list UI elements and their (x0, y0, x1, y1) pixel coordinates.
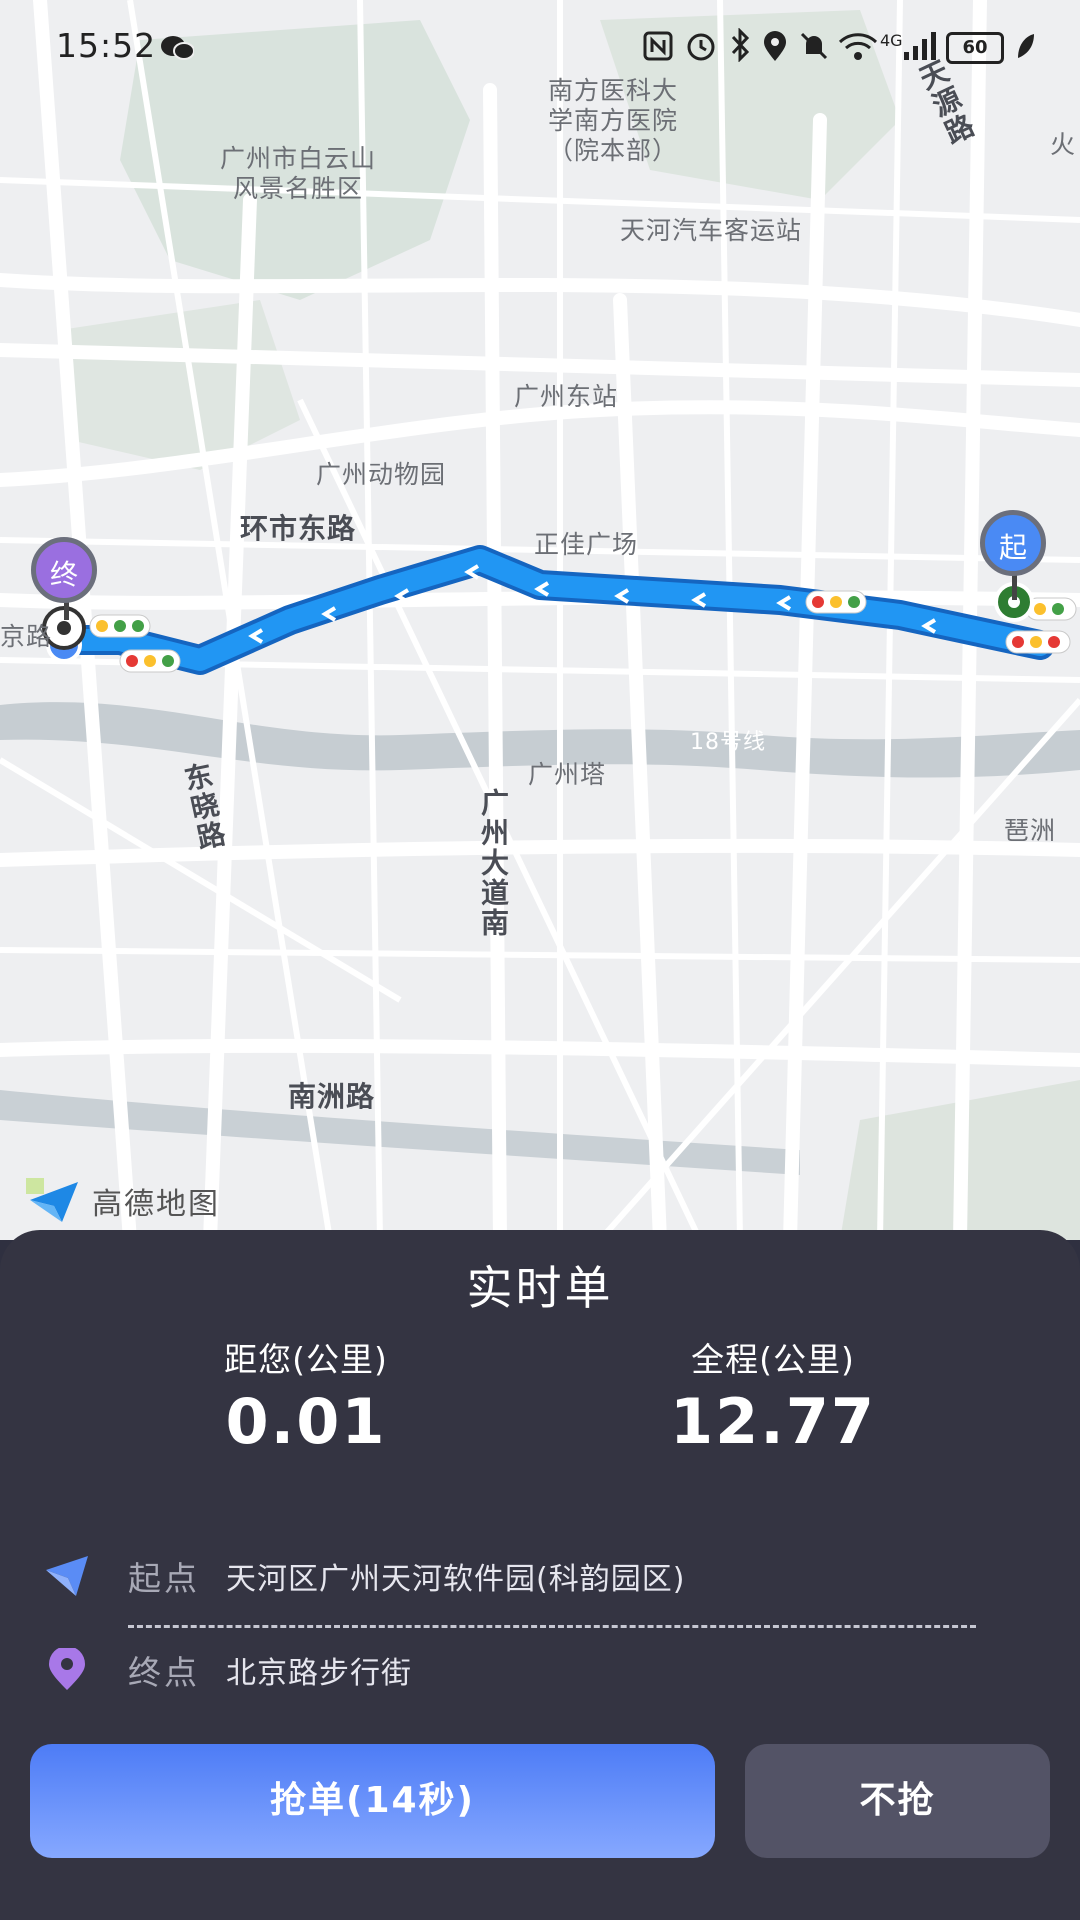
map-label-huanshi-road: 环市东路 (240, 512, 357, 545)
distance-value: 0.01 (225, 1385, 387, 1458)
alarm-icon (687, 33, 715, 61)
start-label: 起点 (128, 1559, 200, 1598)
map-label-huo: 火 (1050, 130, 1077, 159)
map-label-beijing-road: 京路 (0, 622, 53, 651)
status-bar: 15:52 4G 60 (0, 0, 1080, 90)
distance-stat: 距您(公里) 0.01 (106, 1338, 506, 1462)
start-address-row: 起点 天河区广州天河软件园(科韵园区) (40, 1546, 1040, 1606)
total-distance-label: 全程(公里) (691, 1340, 855, 1379)
map-label-canton-tower: 广州塔 (528, 760, 607, 789)
start-marker[interactable]: 起 (980, 510, 1046, 576)
map-label-metro-line: 18号线 (690, 730, 766, 755)
amap-logo-text: 高德地图 (92, 1187, 220, 1222)
navigation-arrow-icon (40, 1549, 94, 1603)
signal-icon (904, 32, 936, 60)
start-address: 天河区广州天河软件园(科韵园区) (226, 1562, 686, 1597)
map-label-nanzhou-road: 南洲路 (288, 1080, 376, 1113)
end-marker[interactable]: 终 (31, 537, 97, 603)
total-distance-stat: 全程(公里) 12.77 (573, 1338, 973, 1462)
map-label-east-station: 广州东站 (514, 382, 619, 411)
address-divider (128, 1625, 976, 1628)
total-distance-value: 12.77 (669, 1385, 877, 1458)
map-label-zoo: 广州动物园 (316, 460, 447, 489)
wifi-icon (838, 33, 878, 60)
map-label-baiyun: 广州市白云山 风景名胜区 (220, 144, 377, 203)
map-view[interactable]: 南方医科大 学南方医院 （院本部） 广州市白云山 风景名胜区 天源路 火 天河汽… (0, 0, 1080, 1240)
map-label-pazhou: 琶洲 (1004, 816, 1057, 845)
amap-logo: 高德地图 (26, 1178, 220, 1224)
location-icon (764, 31, 786, 61)
order-title: 实时单 (466, 1261, 614, 1315)
map-background (0, 0, 1080, 1240)
nfc-icon (643, 31, 673, 61)
end-label: 终点 (128, 1653, 200, 1692)
bluetooth-icon (731, 28, 750, 62)
location-pin-icon (40, 1643, 94, 1697)
battery-icon: 60 (946, 32, 1004, 64)
wechat-icon (161, 36, 194, 60)
map-label-guangzhou-dadao: 广州大道南 (477, 788, 510, 938)
map-label-bus-station: 天河汽车客运站 (620, 216, 803, 245)
status-time: 15:52 (56, 26, 157, 65)
grab-order-button[interactable]: 抢单(14秒) (30, 1744, 715, 1858)
network-type: 4G (880, 31, 903, 50)
end-address: 北京路步行街 (226, 1656, 412, 1691)
mute-icon (800, 32, 828, 60)
distance-label: 距您(公里) (224, 1340, 388, 1379)
decline-order-button[interactable]: 不抢 (745, 1744, 1050, 1858)
map-label-zhengjia: 正佳广场 (534, 530, 639, 559)
leaf-icon (1018, 34, 1034, 58)
end-address-row: 终点 北京路步行街 (40, 1640, 1040, 1700)
amap-logo-icon (26, 1178, 78, 1222)
